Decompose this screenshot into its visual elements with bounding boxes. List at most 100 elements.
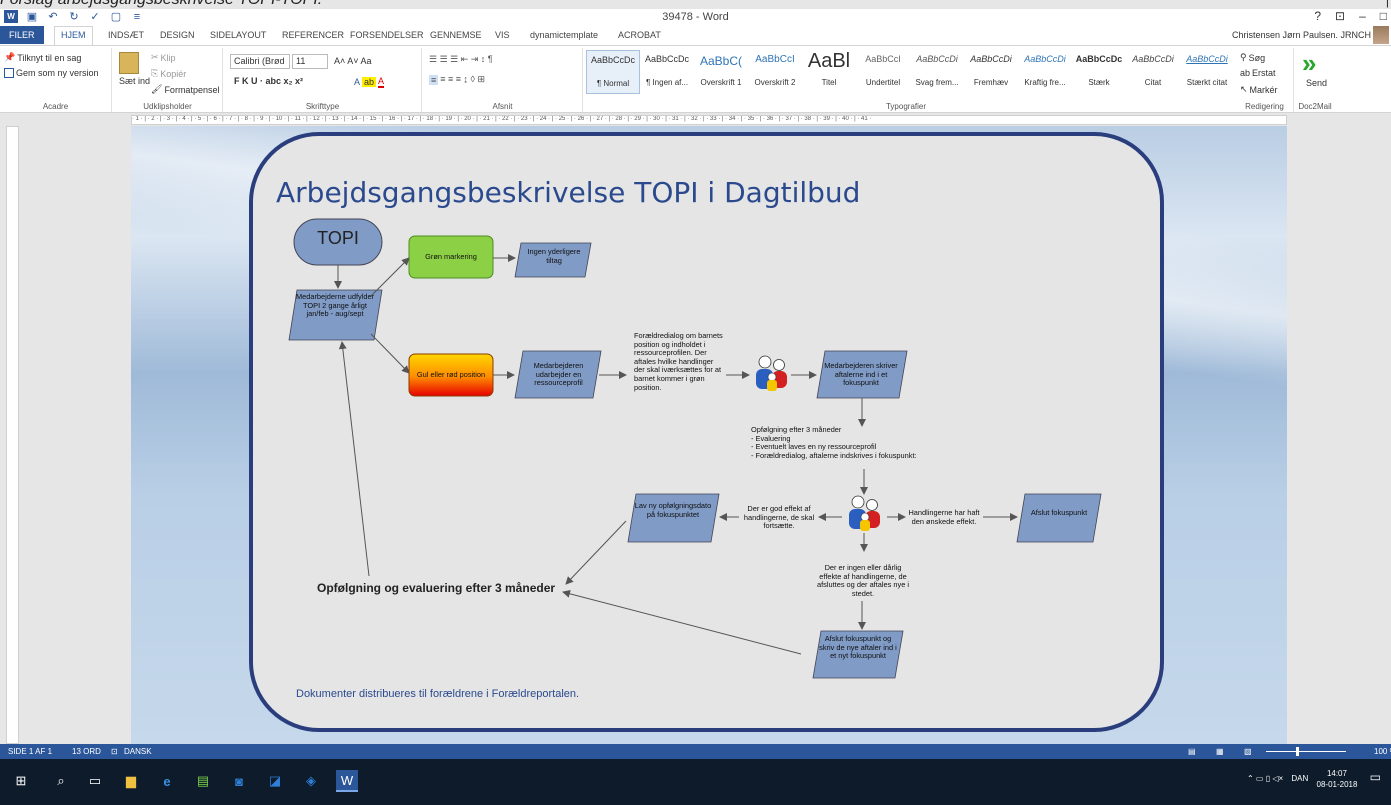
proofing-icon[interactable]: ⊡ bbox=[111, 747, 118, 756]
tab-filer[interactable]: FILER bbox=[0, 26, 44, 44]
zoom-level[interactable]: 100 % bbox=[1374, 747, 1391, 756]
dialog-text: Forældredialog om barnets position og in… bbox=[634, 331, 723, 392]
paste-button[interactable]: Sæt ind bbox=[119, 52, 150, 86]
app-icon-photo[interactable]: ◪ bbox=[264, 770, 286, 792]
copy-button[interactable]: ⎘ Kopiér bbox=[151, 68, 186, 79]
style-quote[interactable]: AaBbCcDi Citat bbox=[1126, 50, 1180, 94]
font-size-buttons[interactable]: A˄ A˅ Aa bbox=[334, 56, 372, 66]
new-date-text: Lav ny opfølgningsdato på fokuspunktet bbox=[634, 501, 712, 519]
status-bar: SIDE 1 AF 1 13 ORD ⊡ DANSK ▤ ▦ ▧ 100 % bbox=[0, 744, 1391, 759]
style-intense-emphasis[interactable]: AaBbCcDi Kraftig fre... bbox=[1018, 50, 1072, 94]
web-layout-icon[interactable]: ▧ bbox=[1244, 747, 1252, 756]
help-button[interactable]: ? bbox=[1314, 9, 1321, 23]
arrow-staff-green bbox=[370, 257, 410, 297]
zoom-slider-track[interactable] bbox=[1266, 751, 1346, 752]
word-count[interactable]: 13 ORD bbox=[72, 747, 101, 756]
tab-referencer[interactable]: REFERENCER bbox=[282, 30, 344, 40]
people-icon-2 bbox=[849, 495, 880, 531]
style-preview: AaBbCcDi bbox=[970, 54, 1012, 64]
style-name: Overskrift 1 bbox=[700, 78, 742, 87]
style-preview: AaBl bbox=[807, 50, 851, 72]
arrow-eval-staff bbox=[338, 341, 370, 577]
alignment-buttons[interactable]: ≡ ≡ ≡ ≡ ↨ ◊ ⊞ bbox=[429, 74, 485, 85]
language[interactable]: DANSK bbox=[124, 747, 152, 756]
font-color-buttons[interactable]: Aab A bbox=[354, 76, 385, 88]
read-mode-icon[interactable]: ▤ bbox=[1188, 747, 1196, 756]
search-button[interactable]: ⚲ Søg bbox=[1240, 52, 1265, 63]
save-new-version-button[interactable]: Gem som ny version bbox=[4, 68, 99, 78]
tab-dynamictemplate[interactable]: dynamictemplate bbox=[530, 30, 598, 40]
cut-button[interactable]: ✂ Klip bbox=[151, 52, 176, 63]
style-name: Overskrift 2 bbox=[754, 78, 796, 87]
group-paragraph: ☰ ☰ ☰ ⇤ ⇥ ↕ ¶ ≡ ≡ ≡ ≡ ↨ ◊ ⊞ Afsnit bbox=[423, 48, 583, 112]
word-taskbar-icon[interactable]: W bbox=[336, 770, 358, 792]
style-strong[interactable]: AaBbCcDc Stærk bbox=[1072, 50, 1126, 94]
avatar[interactable] bbox=[1373, 26, 1389, 44]
user-account[interactable]: Christensen Jørn Paulsen. JRNCH bbox=[1232, 30, 1371, 40]
document-page[interactable]: Arbejdsgangsbeskrivelse TOPI i Dagtilbud bbox=[131, 126, 1287, 744]
style-title[interactable]: AaBl Titel bbox=[802, 50, 856, 94]
send-button[interactable]: Send bbox=[1306, 78, 1327, 88]
input-language[interactable]: DAN bbox=[1291, 774, 1308, 783]
cursor-icon: ↖ bbox=[1240, 84, 1248, 94]
print-layout-icon[interactable]: ▦ bbox=[1216, 747, 1224, 756]
taskbar: ⊞ ⌕ ▭ ▆ e ▤ ◙ ◪ ◈ W ⌃ ▭ ▯ ◁× DAN 14:07 08… bbox=[0, 759, 1391, 805]
page-count[interactable]: SIDE 1 AF 1 bbox=[8, 747, 52, 756]
format-painter-button[interactable]: 🖌 Formatpensel bbox=[151, 84, 219, 95]
font-format-row[interactable]: F K U · abc x₂ x² bbox=[234, 76, 303, 86]
style-normal[interactable]: AaBbCcDc ¶ Normal bbox=[586, 50, 640, 94]
style-subtitle[interactable]: AaBbCcI Undertitel bbox=[856, 50, 910, 94]
style-heading-1[interactable]: AaBbC(Overskrift 1 bbox=[694, 50, 748, 94]
caption-edge-mark: | bbox=[1385, 0, 1389, 8]
zoom-slider-thumb[interactable] bbox=[1296, 747, 1299, 756]
lync-icon[interactable]: ◈ bbox=[300, 770, 322, 792]
tab-hjem[interactable]: HJEM bbox=[54, 26, 93, 45]
minimize-button[interactable]: – bbox=[1359, 9, 1366, 23]
start-icon[interactable]: ⊞ bbox=[10, 770, 32, 792]
tab-indsaet[interactable]: INDSÆT bbox=[108, 30, 144, 40]
font-size-box[interactable]: 11 bbox=[292, 54, 328, 69]
yellow-red-text: Gul eller rød position bbox=[416, 370, 486, 379]
tab-design[interactable]: DESIGN bbox=[160, 30, 195, 40]
maximize-button[interactable]: □ bbox=[1380, 9, 1387, 23]
search-icon[interactable]: ⌕ bbox=[50, 770, 72, 792]
outlook-icon[interactable]: ◙ bbox=[228, 770, 250, 792]
task-view-icon[interactable]: ▭ bbox=[84, 770, 106, 792]
people-icon-1 bbox=[756, 355, 787, 391]
attach-case-button[interactable]: 📌 Tilknyt til en sag bbox=[4, 52, 81, 63]
ribbon-display-button[interactable]: ⊡ bbox=[1335, 9, 1345, 23]
brush-icon: 🖌 bbox=[151, 84, 163, 94]
font-name-box[interactable]: Calibri (Brød bbox=[230, 54, 290, 69]
replace-button[interactable]: ab Erstat bbox=[1240, 68, 1276, 78]
send-arrow-icon[interactable]: » bbox=[1302, 48, 1316, 79]
tab-acrobat[interactable]: ACROBAT bbox=[618, 30, 661, 40]
edge-browser-icon[interactable]: e bbox=[156, 770, 178, 792]
file-explorer-icon[interactable]: ▆ bbox=[120, 770, 142, 792]
group-acadre: 📌 Tilknyt til en sag Gem som ny version A… bbox=[0, 48, 112, 112]
style-no-spacing[interactable]: AaBbCcDc ¶ Ingen af... bbox=[640, 50, 694, 94]
vertical-ruler[interactable] bbox=[0, 126, 26, 744]
style-heading-2[interactable]: AaBbCcI Overskrift 2 bbox=[748, 50, 802, 94]
tab-sidelayout[interactable]: SIDELAYOUT bbox=[210, 30, 266, 40]
style-subtle-emphasis[interactable]: AaBbCcDi Svag frem... bbox=[910, 50, 964, 94]
horizontal-ruler[interactable]: · 1 · | · 2 · | · 3 · | · 4 · | · 5 · | … bbox=[0, 114, 1391, 126]
app-icon-green[interactable]: ▤ bbox=[192, 770, 214, 792]
style-emphasis[interactable]: AaBbCcDi Fremhæv bbox=[964, 50, 1018, 94]
ribbon: 📌 Tilknyt til en sag Gem som ny version A… bbox=[0, 45, 1391, 113]
save-new-version-label: Gem som ny version bbox=[16, 68, 99, 78]
clock[interactable]: 14:07 08-01-2018 bbox=[1317, 768, 1358, 790]
clock-date: 08-01-2018 bbox=[1316, 780, 1358, 789]
screen: { "caption": "Forslag arbejdsgangsbeskri… bbox=[0, 0, 1391, 805]
tab-gennemse[interactable]: GENNEMSE bbox=[430, 30, 482, 40]
tray-icons[interactable]: ⌃ ▭ ▯ ◁× bbox=[1247, 774, 1283, 783]
style-intense-quote[interactable]: AaBbCcDi Stærkt citat bbox=[1180, 50, 1234, 94]
select-button[interactable]: ↖ Markér bbox=[1240, 84, 1278, 95]
align-left-icon: ≡ bbox=[429, 74, 439, 85]
list-buttons[interactable]: ☰ ☰ ☰ ⇤ ⇥ ↕ ¶ bbox=[429, 54, 493, 65]
grow-font-icon: A˄ A˅ Aa bbox=[334, 56, 372, 66]
notification-icon[interactable]: ▭ bbox=[1370, 770, 1381, 784]
style-name: Stærkt citat bbox=[1186, 78, 1228, 87]
tab-forsendelser[interactable]: FORSENDELSER bbox=[350, 30, 424, 40]
tab-vis[interactable]: VIS bbox=[495, 30, 510, 40]
window-title: 39478 - Word bbox=[662, 11, 729, 23]
